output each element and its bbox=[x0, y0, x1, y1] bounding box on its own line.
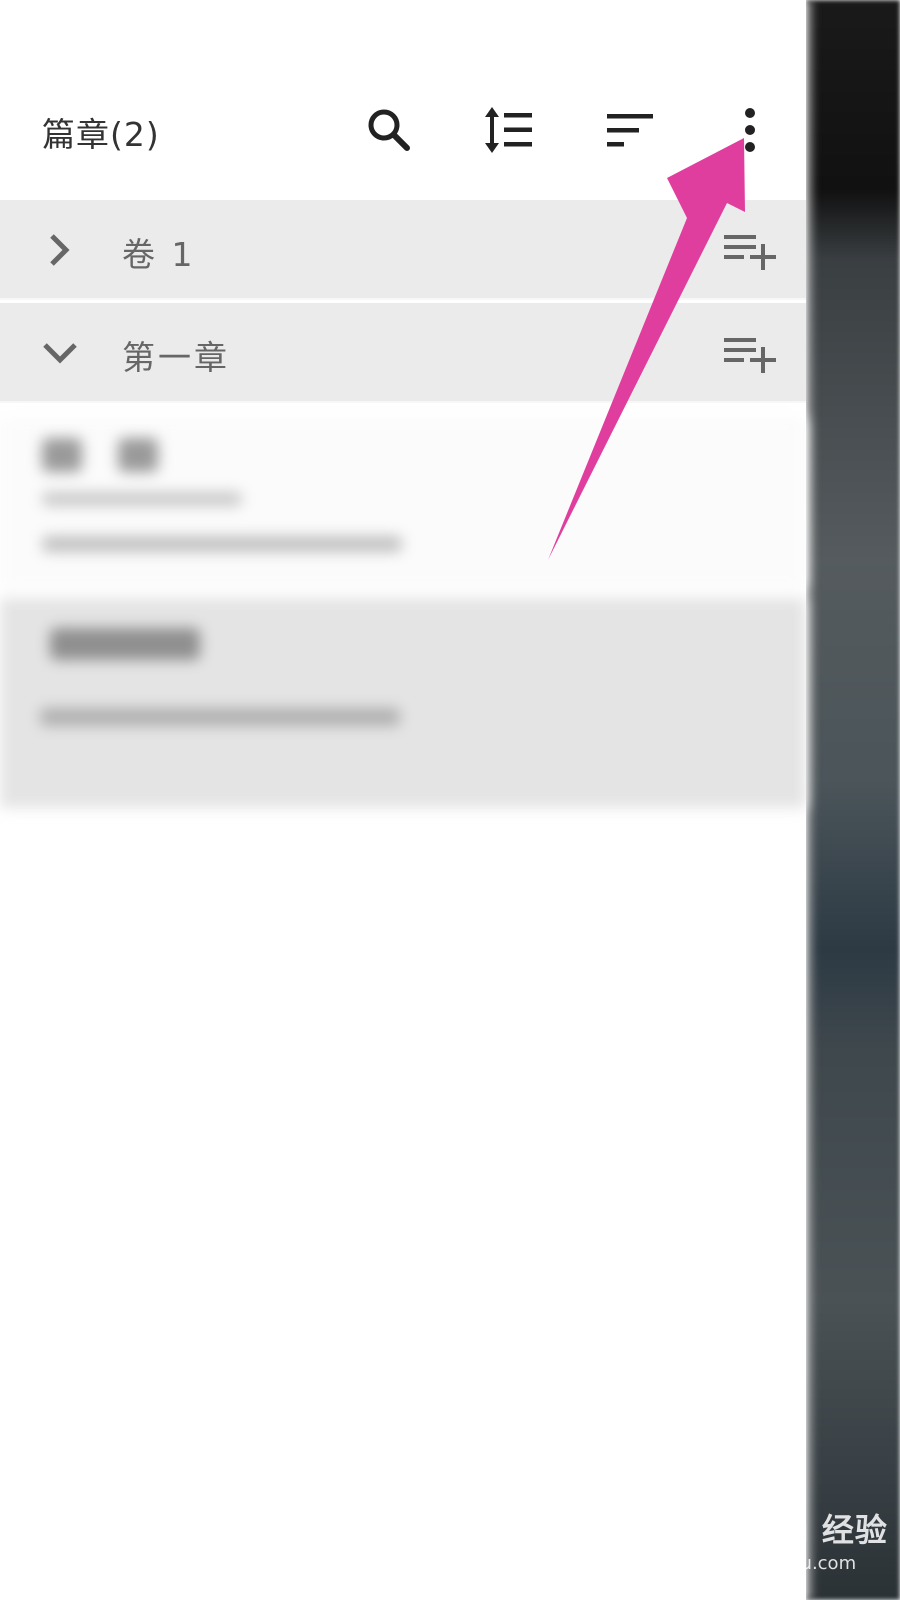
volume-label: 卷 1 bbox=[122, 235, 196, 274]
watermark-url: jingyan.baidu.com bbox=[690, 1553, 857, 1574]
sort-icon bbox=[607, 114, 653, 147]
watermark: Bai du 经验 jingyan.baidu.com bbox=[690, 1505, 890, 1574]
search-icon bbox=[368, 109, 410, 151]
line-spacing-button[interactable] bbox=[483, 104, 535, 156]
volume-row[interactable]: 卷 1 bbox=[0, 200, 806, 300]
playlist-add-icon[interactable] bbox=[722, 226, 778, 276]
playlist-add-icon[interactable] bbox=[722, 329, 778, 379]
chapter-drawer: 篇章(2) 卷 1 第一章 bbox=[0, 0, 806, 1600]
chevron-down-icon[interactable] bbox=[40, 333, 80, 373]
chapter-row[interactable]: 第一章 bbox=[0, 303, 806, 403]
more-options-button[interactable] bbox=[724, 104, 776, 156]
list-item bbox=[0, 418, 806, 588]
list-item bbox=[0, 598, 806, 808]
chapter-label: 第一章 bbox=[122, 338, 230, 377]
page-title: 篇章(2) bbox=[42, 115, 160, 154]
line-spacing-icon bbox=[485, 107, 532, 153]
drawer-header: 篇章(2) bbox=[0, 90, 806, 170]
watermark-brand: Bai du 经验 bbox=[690, 1511, 888, 1549]
chevron-right-icon[interactable] bbox=[40, 230, 80, 270]
more-vert-icon bbox=[745, 108, 755, 152]
sort-button[interactable] bbox=[605, 104, 657, 156]
search-button[interactable] bbox=[363, 104, 415, 156]
background-app-strip bbox=[806, 0, 900, 1600]
blurred-section-list bbox=[0, 418, 806, 818]
